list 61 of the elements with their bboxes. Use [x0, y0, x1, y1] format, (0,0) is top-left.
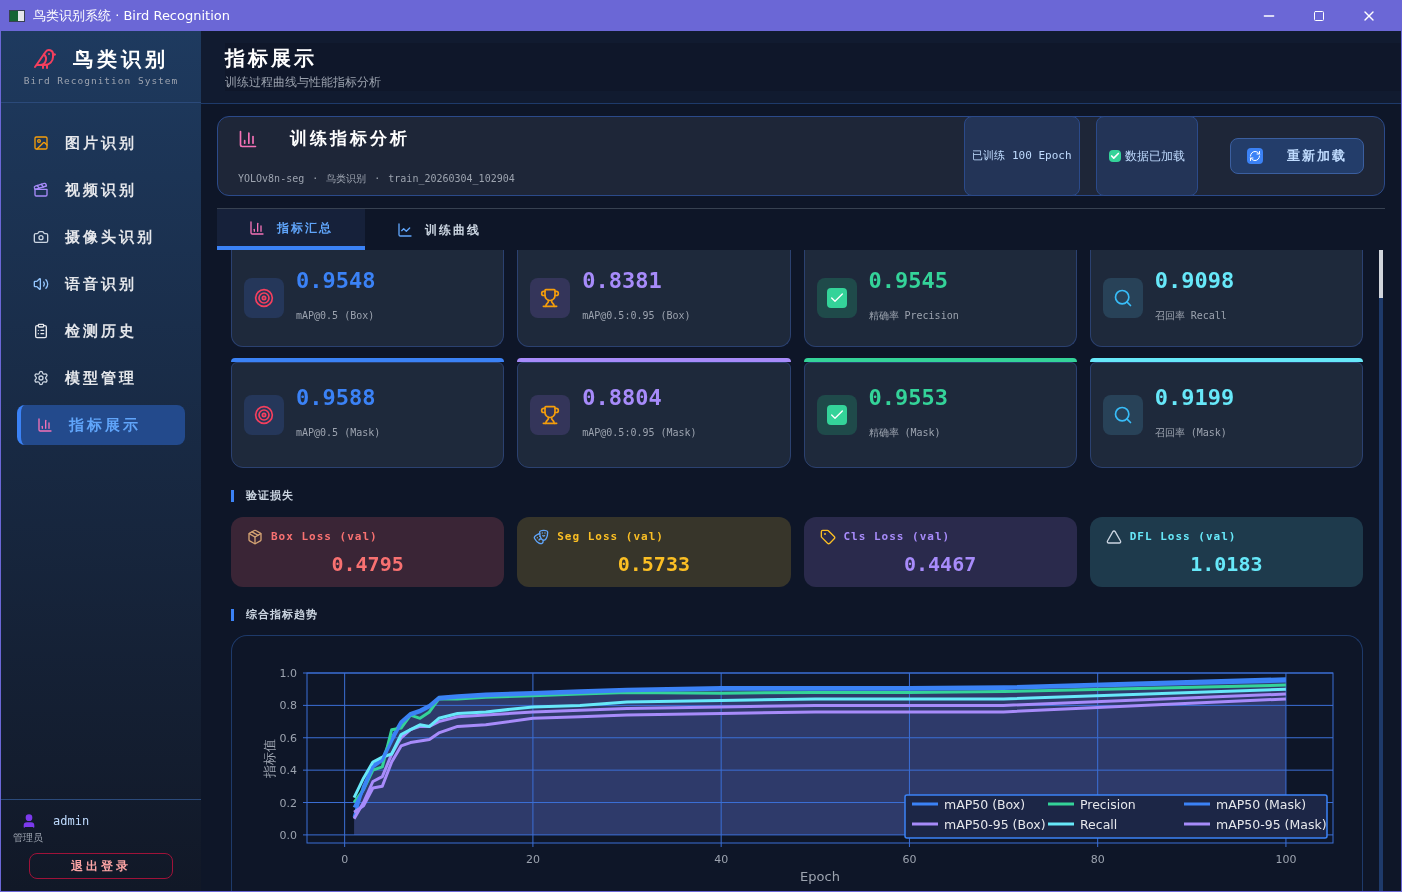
page-title: 指标展示 [225, 43, 1401, 73]
loss-label: DFL Loss (val) [1129, 528, 1237, 545]
loss-value: 0.4795 [331, 551, 404, 578]
metric-label: 精确率 (Mask) [868, 425, 942, 440]
y-tick-label: 1.0 [279, 667, 297, 680]
section-title: 验证损失 [246, 488, 294, 504]
y-tick-label: 0.6 [279, 731, 297, 745]
metric-value: 0.8804 [582, 386, 663, 409]
loss-value: 1.0183 [1190, 551, 1263, 578]
x-tick-label: 60 [902, 853, 917, 866]
metric-value: 0.9545 [868, 269, 949, 292]
metric-value: 0.9553 [868, 386, 948, 409]
y-axis-label: 指标值 [262, 738, 277, 778]
legend-label: mAP50-95 (Mask) [1216, 817, 1327, 832]
legend-label: Precision [1080, 797, 1136, 812]
x-tick-label: 80 [1090, 853, 1105, 866]
legend-label: mAP50 (Mask) [1216, 797, 1307, 812]
loss-label: Box Loss (val) [271, 528, 378, 545]
logo-subtitle: Bird Recognition System [23, 74, 179, 89]
metric-value: 0.9588 [296, 386, 377, 409]
legend-label: mAP50 (Box) [944, 797, 1026, 812]
metric-value: 0.9199 [1154, 386, 1235, 409]
meta-text: YOLOv8n-seg [238, 172, 305, 187]
epoch-badge: 已训练 100 Epoch [964, 116, 1080, 196]
page-subtitle: 训练过程曲线与性能指标分析 [225, 73, 1401, 91]
x-tick-label: 40 [714, 853, 729, 866]
metric-label: mAP@0.5 (Mask) [296, 425, 381, 440]
metric-value: 0.9098 [1154, 269, 1235, 292]
section-title: 综合指标趋势 [246, 606, 318, 623]
metric-label: 精确率 Precision [868, 308, 959, 323]
user-role: 管理员 [13, 831, 44, 845]
y-tick-label: 0.4 [279, 764, 297, 778]
x-tick-label: 100 [1275, 853, 1297, 866]
user-name: admin [53, 813, 90, 830]
loss-label: Cls Loss (val) [843, 528, 951, 545]
y-tick-label: 0.8 [279, 699, 297, 713]
metric-value: 0.9548 [296, 269, 376, 292]
metric-label: mAP@0.5 (Box) [296, 308, 376, 323]
loaded-label: 数据已加载 [1125, 148, 1185, 165]
loss-label: Seg Loss (val) [557, 528, 664, 545]
loss-value: 0.5733 [617, 551, 690, 578]
meta-text: train_20260304_102904 [388, 172, 515, 187]
meta-separator: · [312, 172, 319, 187]
metric-label: 召回率 (Mask) [1154, 425, 1228, 440]
y-tick-label: 0.0 [279, 828, 297, 842]
metric-value: 0.8381 [582, 269, 663, 292]
x-tick-label: 20 [525, 853, 540, 866]
metric-label: mAP@0.5:0.95 (Mask) [582, 425, 697, 440]
loss-value: 0.4467 [904, 551, 977, 578]
window-title: 鸟类识别系统 · Bird Recognition [33, 7, 230, 26]
legend-label: Recall [1080, 817, 1118, 832]
legend-label: mAP50-95 (Box) [944, 817, 1046, 832]
y-tick-label: 0.2 [279, 796, 297, 810]
panel-title: 训练指标分析 [290, 126, 410, 150]
logo-title: 鸟类识别 [73, 46, 169, 74]
metric-label: mAP@0.5:0.95 (Box) [582, 308, 691, 323]
meta-text: 鸟类识别 [326, 172, 367, 187]
x-tick-label: 0 [341, 853, 349, 866]
x-axis-label: Epoch [800, 869, 840, 884]
metric-label: 召回率 Recall [1154, 308, 1228, 323]
meta-separator: · [374, 172, 381, 187]
